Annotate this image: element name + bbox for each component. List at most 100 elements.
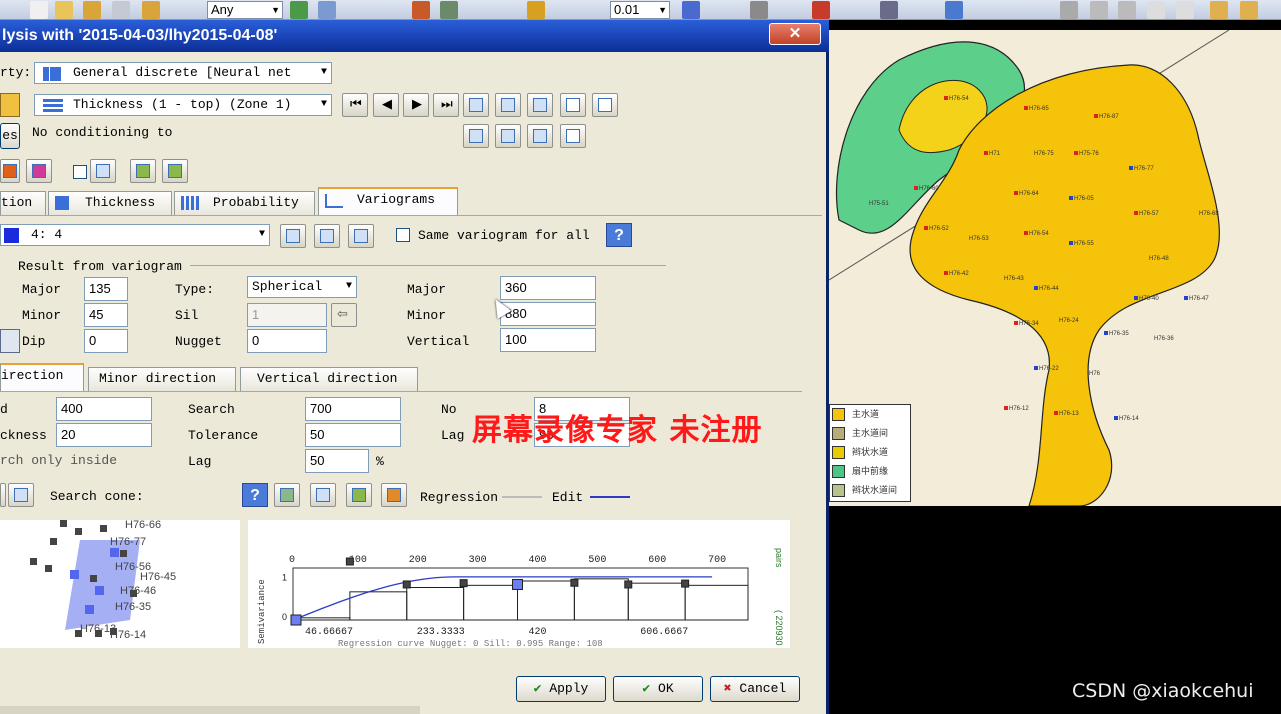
range-vertical-label: Vertical: [407, 334, 470, 349]
dialog-title: lysis with '2015-04-03/lhy2015-04-08': [2, 27, 278, 44]
copy-icon[interactable]: [463, 93, 489, 117]
sill-label: Sil: [175, 308, 199, 323]
chart-icon[interactable]: [750, 1, 768, 19]
eye-view-icon[interactable]: [274, 483, 300, 507]
close-button[interactable]: ✕: [769, 23, 821, 45]
pencil-icon[interactable]: [318, 1, 336, 19]
paste2-icon[interactable]: [495, 124, 521, 148]
tab-minor-direction[interactable]: Minor direction: [88, 367, 236, 391]
cone-left-icon[interactable]: [0, 483, 6, 507]
paste-variogram-icon[interactable]: [314, 224, 340, 248]
paste-icon[interactable]: [1118, 1, 1136, 19]
tab-variograms[interactable]: Variograms: [318, 187, 458, 215]
delete-icon[interactable]: [1147, 1, 1165, 19]
tool-checkbox[interactable]: [73, 165, 87, 179]
filter-select[interactable]: Any ▼: [207, 1, 283, 19]
map-tool-icon[interactable]: [130, 159, 156, 183]
ok-button[interactable]: ✔ OK: [613, 676, 703, 702]
paste-all-variogram-icon[interactable]: [348, 224, 374, 248]
tab-thickness[interactable]: Thickness: [48, 191, 172, 215]
same-variogram-checkbox[interactable]: [396, 228, 410, 242]
range-vertical-field[interactable]: 100: [500, 328, 596, 352]
legend-label: 辫状水道: [852, 447, 889, 457]
property-select[interactable]: General discrete [Neural net ▼: [34, 62, 332, 84]
map-tool2-icon[interactable]: [162, 159, 188, 183]
sill-arrow-icon[interactable]: ⇦: [331, 303, 357, 327]
pages-icon[interactable]: [592, 93, 618, 117]
dip-field[interactable]: 0: [84, 329, 128, 353]
variogram-plot-icon[interactable]: [310, 483, 336, 507]
svg-text:H76-77: H76-77: [1134, 166, 1154, 172]
house-icon[interactable]: [412, 1, 430, 19]
tool-icon[interactable]: [1210, 1, 1228, 19]
variogram-chart-panel[interactable]: 0 100 200 300 400 500 600 700 46.66667 233.3333 42…: [248, 520, 790, 649]
grid-tool-icon[interactable]: [26, 159, 52, 183]
palette-icon[interactable]: [682, 1, 700, 19]
brush-icon[interactable]: [812, 1, 830, 19]
cancel-button[interactable]: ✖ Cancel: [710, 676, 800, 702]
tab-section[interactable]: tion: [0, 191, 46, 215]
paste-icon[interactable]: [495, 93, 521, 117]
print-icon[interactable]: [112, 1, 130, 19]
paste-all2-icon[interactable]: [527, 124, 553, 148]
conditioning-button[interactable]: es: [0, 123, 20, 149]
bandwidth-field[interactable]: 400: [56, 397, 152, 421]
nugget-field[interactable]: 0: [247, 329, 327, 353]
search-cone-panel[interactable]: H76-77 H76-56 H76-46 H76-35 H76-14 H76-6…: [0, 519, 240, 648]
zone-select-value: Thickness (1 - top) (Zone 1): [73, 97, 292, 112]
open-icon[interactable]: [55, 1, 73, 19]
copy2-icon[interactable]: [463, 124, 489, 148]
tab-major-direction[interactable]: irection: [0, 363, 84, 391]
dialog-titlebar[interactable]: lysis with '2015-04-03/lhy2015-04-08' ✕: [0, 20, 829, 52]
thickness-field[interactable]: 20: [56, 423, 152, 447]
tab-vertical-direction[interactable]: Vertical direction: [240, 367, 418, 391]
svg-text:H76-35: H76-35: [1109, 331, 1129, 337]
page-icon[interactable]: [560, 93, 586, 117]
cut-icon[interactable]: [1060, 1, 1078, 19]
home-icon[interactable]: [290, 1, 308, 19]
save-icon[interactable]: [142, 1, 160, 19]
tab-probability[interactable]: Probability: [174, 191, 315, 215]
properties-icon[interactable]: [1176, 1, 1194, 19]
previous-icon[interactable]: ◀: [373, 93, 399, 117]
copy-variogram-icon[interactable]: [280, 224, 306, 248]
copy-icon[interactable]: [1090, 1, 1108, 19]
svg-text:H75-51: H75-51: [869, 201, 889, 207]
map-view-icon[interactable]: [346, 483, 372, 507]
tolerance-field[interactable]: 50: [305, 423, 401, 447]
major-direction-field[interactable]: 135: [84, 277, 128, 301]
lag-tolerance-field[interactable]: 50: [305, 449, 369, 473]
edit-line-swatch: [590, 496, 630, 498]
facies-select[interactable]: 4: 4 ▼: [0, 224, 270, 246]
first-icon[interactable]: ⏮: [342, 93, 368, 117]
target-icon[interactable]: [527, 1, 545, 19]
filter-tool-icon[interactable]: [90, 159, 116, 183]
new-icon[interactable]: [30, 1, 48, 19]
palette-tool-icon[interactable]: [0, 159, 20, 183]
range-minor-field[interactable]: 880: [500, 302, 596, 326]
page2-icon[interactable]: [560, 124, 586, 148]
range-major-field[interactable]: 360: [500, 276, 596, 300]
export-icon[interactable]: [1240, 1, 1258, 19]
eye-icon[interactable]: [440, 1, 458, 19]
folder-icon[interactable]: [83, 1, 101, 19]
search-field[interactable]: 700: [305, 397, 401, 421]
histogram-view-icon[interactable]: [381, 483, 407, 507]
sill-field[interactable]: 1: [247, 303, 327, 327]
cancel-label: Cancel: [739, 681, 787, 696]
zone-select[interactable]: Thickness (1 - top) (Zone 1) ▼: [34, 94, 332, 116]
last-icon[interactable]: ⏭: [433, 93, 459, 117]
zoom-select[interactable]: 0.01 ▼: [610, 1, 670, 19]
variogram-type-select[interactable]: Spherical ▼: [247, 276, 357, 298]
globe-icon[interactable]: [880, 1, 898, 19]
paste-all-icon[interactable]: [527, 93, 553, 117]
cone-help-icon[interactable]: ?: [242, 483, 268, 507]
apply-button[interactable]: ✔ Apply: [516, 676, 606, 702]
cone-map-icon[interactable]: [8, 483, 34, 507]
next-icon[interactable]: ▶: [403, 93, 429, 117]
zone-button[interactable]: [0, 93, 20, 117]
table-icon[interactable]: [0, 329, 20, 353]
move-icon[interactable]: [945, 1, 963, 19]
help-icon[interactable]: ?: [606, 223, 632, 247]
minor-direction-field[interactable]: 45: [84, 303, 128, 327]
